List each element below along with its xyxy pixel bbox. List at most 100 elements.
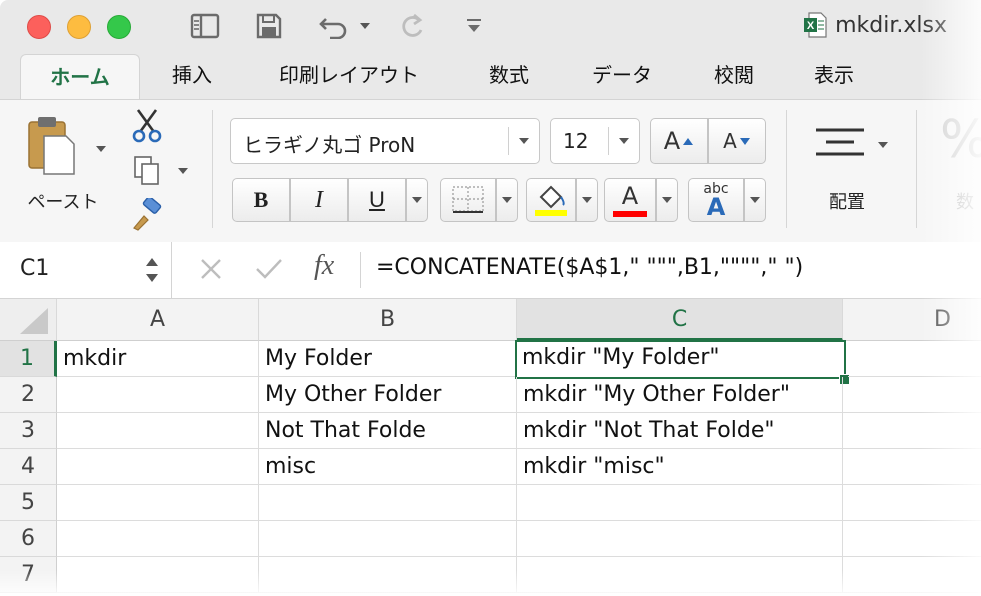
row-header-5[interactable]: 5 [0,485,57,521]
select-all-button[interactable] [0,299,57,341]
grow-font-button[interactable]: A [650,118,708,164]
formula-bar: C1 fx =CONCATENATE($A$1," """,B1,""""," … [0,242,981,299]
borders-dropdown-icon[interactable] [496,178,518,222]
cell-b3[interactable]: Not That Folde [259,413,517,449]
minimize-window-button[interactable] [67,15,91,39]
cell-a1[interactable]: mkdir [57,341,259,377]
row-header-1[interactable]: 1 [0,341,57,377]
cell-b5[interactable] [259,485,517,521]
undo-dropdown-icon[interactable] [356,9,374,43]
fill-color-button[interactable] [526,178,576,222]
cell-b2[interactable]: My Other Folder [259,377,517,413]
down-arrow-icon [739,138,750,145]
cut-icon[interactable] [130,108,166,144]
title-bar: X mkdir.xlsx [0,0,981,52]
up-arrow-icon [683,138,694,145]
insert-function-icon[interactable]: fx [314,250,334,282]
copy-dropdown-icon[interactable] [178,168,188,174]
borders-button[interactable] [440,178,496,222]
name-box-stepper-icon[interactable] [144,254,160,286]
cell-b7[interactable] [259,557,517,593]
underline-button[interactable]: U [348,178,406,222]
font-name-dropdown[interactable]: ヒラギノ丸ゴ ProN [230,118,540,164]
tab-review[interactable]: 校閲 [694,52,774,99]
svg-text:X: X [807,20,815,32]
grow-font-glyph: A [663,127,681,155]
shrink-font-button[interactable]: A [708,118,766,164]
cell-b6[interactable] [259,521,517,557]
column-header-b[interactable]: B [259,299,517,341]
phonetic-guide-button[interactable]: abc A [688,178,744,222]
save-icon[interactable] [250,9,288,43]
cell-a4[interactable] [57,449,259,485]
tab-home[interactable]: ホーム [20,54,140,101]
cell-c2[interactable]: mkdir "My Other Folder" [517,377,843,413]
cell-b4[interactable]: misc [259,449,517,485]
undo-icon[interactable] [310,9,360,43]
cell-a7[interactable] [57,557,259,593]
cell-d1[interactable] [848,341,981,377]
cell-c5[interactable] [517,485,843,521]
copy-icon[interactable] [132,155,166,189]
borders-icon [452,186,484,213]
cell-a5[interactable] [57,485,259,521]
cell-d2[interactable] [843,377,981,413]
cell-c7[interactable] [517,557,843,593]
confirm-entry-icon[interactable] [252,254,286,284]
row-header-2[interactable]: 2 [0,377,57,413]
tab-insert[interactable]: 挿入 [150,52,234,99]
font-size-value: 12 [563,129,589,153]
paste-label: ペースト [27,192,99,213]
bold-button[interactable]: B [232,178,290,222]
tab-data[interactable]: データ [574,52,670,99]
format-painter-icon[interactable] [130,196,166,234]
redo-icon[interactable] [394,9,432,43]
underline-dropdown-icon[interactable] [406,178,428,222]
maximize-window-button[interactable] [107,15,131,39]
cell-d6[interactable] [843,521,981,557]
divider [360,252,361,288]
underline-glyph: U [369,187,385,212]
row-header-7[interactable]: 7 [0,557,57,593]
percent-icon: % [940,110,981,170]
tab-view[interactable]: 表示 [794,52,874,99]
cell-a2[interactable] [57,377,259,413]
fill-color-dropdown-icon[interactable] [576,178,598,222]
document-file-name: mkdir.xlsx [835,12,947,38]
row-header-3[interactable]: 3 [0,413,57,449]
phonetic-dropdown-icon[interactable] [744,178,766,222]
font-color-dropdown-icon[interactable] [656,178,678,222]
cell-d4[interactable] [843,449,981,485]
name-box[interactable]: C1 [0,242,172,298]
italic-button[interactable]: I [290,178,348,222]
cell-d5[interactable] [843,485,981,521]
font-size-dropdown[interactable]: 12 [550,118,640,164]
alignment-button[interactable]: 配置 [806,114,896,214]
cell-c4[interactable]: mkdir "misc" [517,449,843,485]
column-header-d[interactable]: D [843,299,981,341]
cell-c3[interactable]: mkdir "Not That Folde" [517,413,843,449]
tab-formulas[interactable]: 数式 [466,52,552,99]
font-color-button[interactable]: A [604,178,656,222]
column-header-c[interactable]: C [517,299,843,341]
cell-a3[interactable] [57,413,259,449]
customize-toolbar-icon[interactable] [458,9,490,43]
cell-c1-selected[interactable]: mkdir "My Folder" [515,340,846,379]
paste-dropdown-icon[interactable] [96,146,106,152]
paste-button[interactable]: ペースト [22,112,112,213]
cell-d3[interactable] [843,413,981,449]
formula-input[interactable]: =CONCATENATE($A$1," """,B1,""""," ") [376,255,803,280]
cell-a6[interactable] [57,521,259,557]
tab-page-layout[interactable]: 印刷レイアウト [256,52,442,99]
row-header-6[interactable]: 6 [0,521,57,557]
close-window-button[interactable] [27,15,51,39]
cancel-entry-icon[interactable] [196,254,226,284]
cell-d7[interactable] [843,557,981,593]
cell-b1[interactable]: My Folder [259,341,517,377]
number-format-button[interactable]: % 数 [938,110,981,220]
cell-c6[interactable] [517,521,843,557]
align-center-icon [816,128,864,156]
sidebar-toggle-icon[interactable] [186,9,224,43]
column-header-a[interactable]: A [57,299,259,341]
row-header-4[interactable]: 4 [0,449,57,485]
